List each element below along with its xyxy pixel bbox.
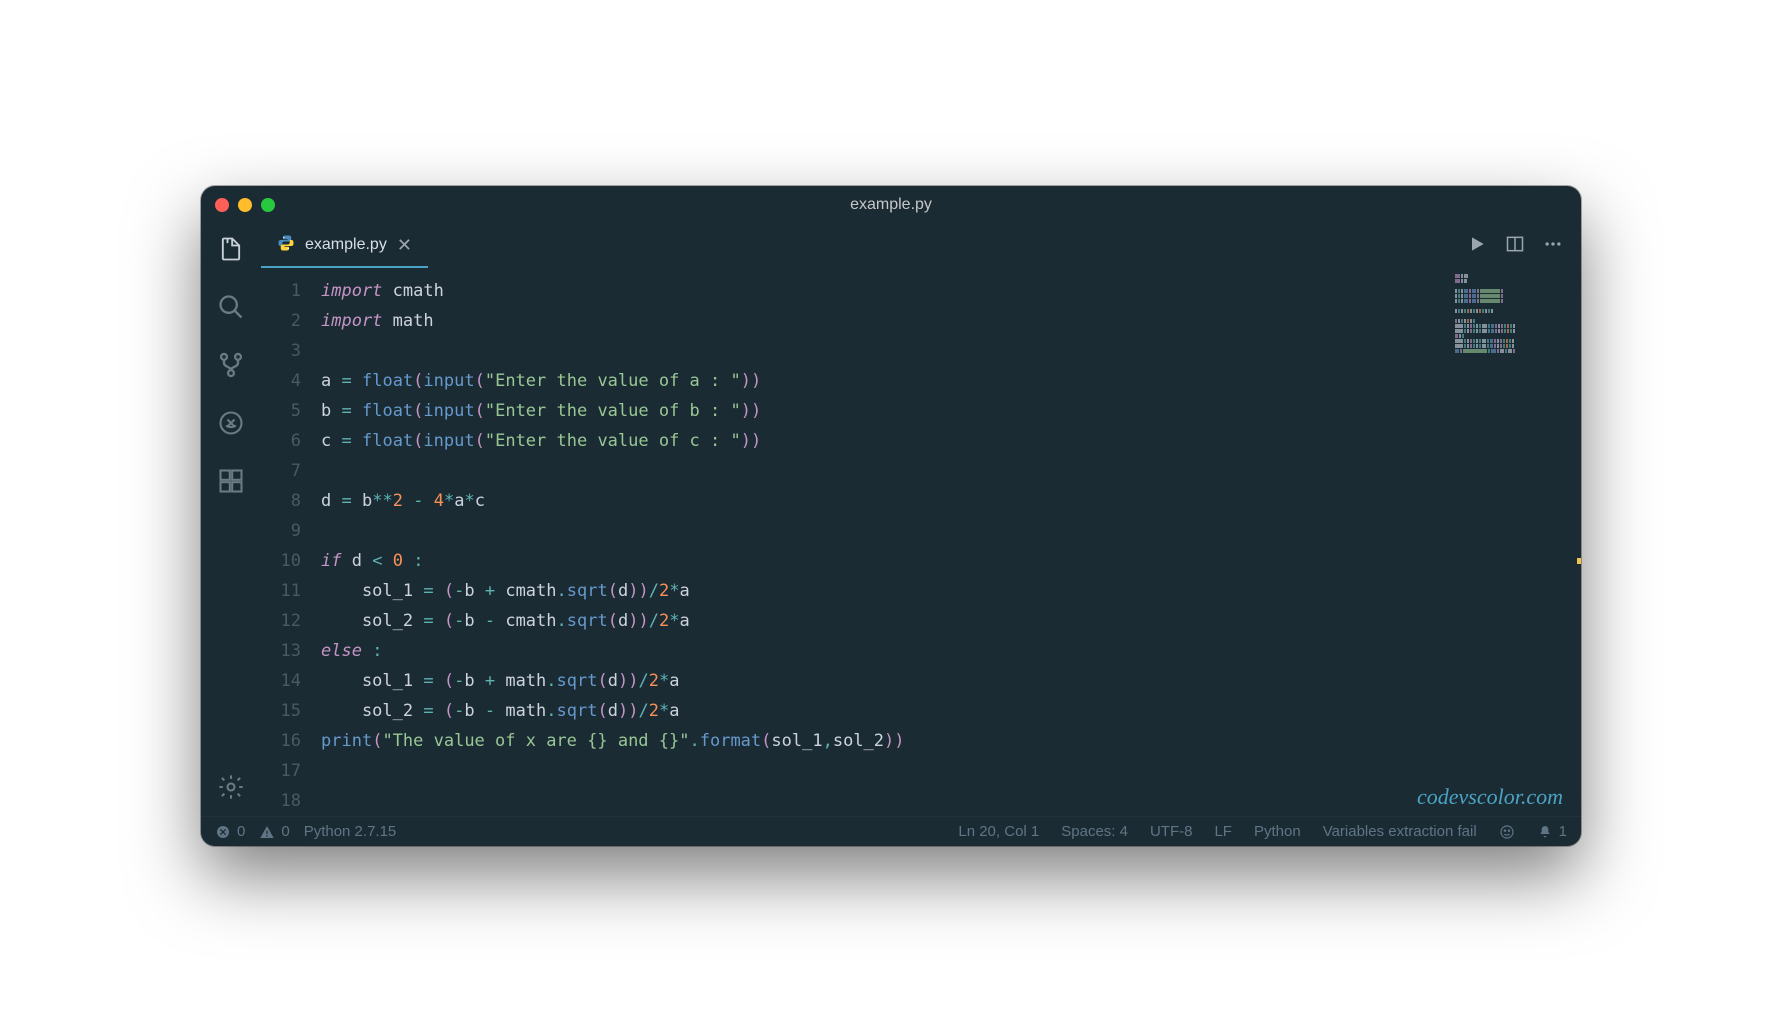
activity-bar xyxy=(201,224,261,816)
tab-bar: example.py ✕ xyxy=(261,224,1581,268)
status-indentation[interactable]: Spaces: 4 xyxy=(1061,823,1128,840)
status-errors[interactable]: 0 xyxy=(215,823,245,840)
status-encoding[interactable]: UTF-8 xyxy=(1150,823,1193,840)
code-content[interactable]: import cmathimport math a = float(input(… xyxy=(321,268,1581,816)
window-controls xyxy=(215,198,275,212)
window-title: example.py xyxy=(850,196,932,214)
status-bar: 0 0 Python 2.7.15 Ln 20, Col 1 Spaces: 4… xyxy=(201,816,1581,846)
status-language[interactable]: Python xyxy=(1254,823,1301,840)
python-file-icon xyxy=(277,234,295,257)
search-icon[interactable] xyxy=(216,292,246,322)
editor-actions xyxy=(1467,224,1581,268)
extensions-icon[interactable] xyxy=(216,466,246,496)
scroll-indicator xyxy=(1577,558,1581,564)
status-notifications[interactable]: 1 xyxy=(1537,823,1567,840)
editor-window: example.py xyxy=(201,186,1581,846)
status-feedback-icon[interactable] xyxy=(1499,824,1515,840)
minimize-window-button[interactable] xyxy=(238,198,252,212)
titlebar: example.py xyxy=(201,186,1581,224)
status-cursor-position[interactable]: Ln 20, Col 1 xyxy=(958,823,1039,840)
close-tab-icon[interactable]: ✕ xyxy=(397,235,412,256)
status-eol[interactable]: LF xyxy=(1214,823,1232,840)
maximize-window-button[interactable] xyxy=(261,198,275,212)
watermark: codevscolor.com xyxy=(1417,784,1563,810)
tab-example-py[interactable]: example.py ✕ xyxy=(261,224,428,268)
run-icon[interactable] xyxy=(1467,234,1487,258)
explorer-icon[interactable] xyxy=(216,234,246,264)
settings-gear-icon[interactable] xyxy=(216,772,246,802)
status-interpreter[interactable]: Python 2.7.15 xyxy=(304,823,397,840)
split-editor-icon[interactable] xyxy=(1505,234,1525,258)
status-extra[interactable]: Variables extraction fail xyxy=(1323,823,1477,840)
line-numbers: 123456789101112131415161718 xyxy=(261,268,321,816)
status-warnings[interactable]: 0 xyxy=(259,823,289,840)
tab-label: example.py xyxy=(305,236,387,254)
editor[interactable]: 123456789101112131415161718 import cmath… xyxy=(261,268,1581,816)
more-actions-icon[interactable] xyxy=(1543,234,1563,258)
source-control-icon[interactable] xyxy=(216,350,246,380)
close-window-button[interactable] xyxy=(215,198,229,212)
debug-icon[interactable] xyxy=(216,408,246,438)
